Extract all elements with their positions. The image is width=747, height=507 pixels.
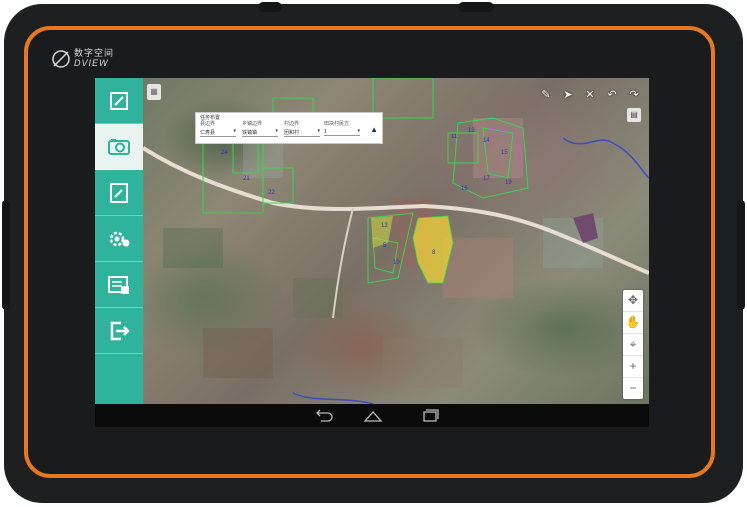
pencil-square-icon [110, 91, 128, 110]
parcel-select[interactable]: 1 [324, 128, 360, 136]
sidebar-item-report[interactable] [95, 262, 143, 308]
layer-toggle-icon[interactable]: ▤ [627, 108, 641, 122]
gear-icon [109, 231, 130, 246]
parcel-label-text: 田块村民方 [324, 121, 350, 127]
recent-apps-icon[interactable] [419, 408, 441, 423]
back-icon[interactable] [313, 408, 335, 423]
parcel-label: 12 [381, 223, 388, 229]
locate-icon[interactable]: ⌖ [623, 334, 643, 356]
sidebar-item-edit[interactable] [95, 78, 143, 124]
camera-icon [108, 138, 130, 155]
village-select[interactable]: 团和村 [284, 128, 320, 137]
county-label: 县边界 [200, 121, 216, 127]
town-label: 乡镇边界 [242, 121, 263, 127]
sidebar-item-settings[interactable] [95, 216, 143, 262]
parcel-label: 10 [393, 260, 400, 266]
hand-icon[interactable]: ✋ [623, 312, 643, 334]
zoom-panel: ✥ ✋ ⌖ + − [623, 290, 643, 399]
parcel-label: 16 [461, 186, 468, 192]
logo-mark-icon [52, 50, 70, 68]
parcel-label: 24 [221, 150, 228, 156]
exit-icon [110, 321, 130, 340]
side-port [737, 200, 745, 310]
navigate-arrow-icon[interactable]: ▲ [370, 125, 378, 134]
parcel-label: 17 [483, 176, 490, 182]
top-button [458, 2, 494, 12]
top-button [258, 2, 282, 12]
town-select[interactable]: 铁镇镇 [242, 128, 278, 137]
parcel-field[interactable]: 田块村民方 1 [324, 120, 360, 136]
home-icon[interactable] [362, 408, 384, 423]
parcel-label: 21 [243, 176, 250, 182]
town-field[interactable]: 乡镇边界 铁镇镇 [242, 120, 278, 137]
zoom-in-icon[interactable]: + [623, 356, 643, 378]
parcel-label: 11 [451, 134, 458, 140]
parcel-label: 5 [383, 243, 387, 249]
android-navbar [95, 404, 649, 427]
parcel-label: 15 [501, 150, 508, 156]
parcel-label: 22 [268, 190, 275, 196]
attribute-panel: 任务布置 县边界 仁寿县 乡镇边界 铁镇镇 村边界 团和村 田块村民方 1 ▲ [195, 112, 383, 144]
clipboard-edit-icon [110, 182, 128, 203]
county-select[interactable]: 仁寿县 [200, 128, 236, 137]
village-label: 村边界 [284, 121, 300, 127]
map-toolbar: ✎ ➤ ✕ ↶ ↷ [537, 86, 643, 104]
tablet-screen: 11 13 14 15 16 17 19 21 22 24 10 5 8 12 … [95, 78, 649, 427]
parcel-label: 14 [483, 138, 490, 144]
sidebar [95, 78, 143, 404]
brand-logo: 数字空间 DVIEW [50, 46, 120, 72]
parcel-label: 19 [505, 180, 512, 186]
parcel-label: 13 [468, 128, 475, 134]
zoom-out-icon[interactable]: − [623, 378, 643, 399]
pointer-icon[interactable]: ➤ [559, 86, 577, 104]
parcel-label: 8 [432, 250, 436, 256]
redo-icon[interactable]: ↷ [625, 86, 643, 104]
pan-icon[interactable]: ✥ [623, 290, 643, 312]
document-list-icon [108, 275, 129, 294]
sidebar-item-camera[interactable] [95, 124, 143, 170]
undo-icon[interactable]: ↶ [603, 86, 621, 104]
sidebar-item-exit[interactable] [95, 308, 143, 354]
village-field[interactable]: 村边界 团和村 [284, 120, 320, 137]
sidebar-item-clipboard[interactable] [95, 170, 143, 216]
side-port [2, 200, 10, 310]
close-icon[interactable]: ✕ [581, 86, 599, 104]
satellite-map[interactable]: 11 13 14 15 16 17 19 21 22 24 10 5 8 12 … [143, 78, 649, 404]
pen-icon[interactable]: ✎ [537, 86, 555, 104]
county-field[interactable]: 县边界 仁寿县 [200, 120, 236, 137]
logo-text-en: DVIEW [74, 58, 109, 68]
map-layers-chip[interactable]: ▦ [147, 84, 161, 100]
